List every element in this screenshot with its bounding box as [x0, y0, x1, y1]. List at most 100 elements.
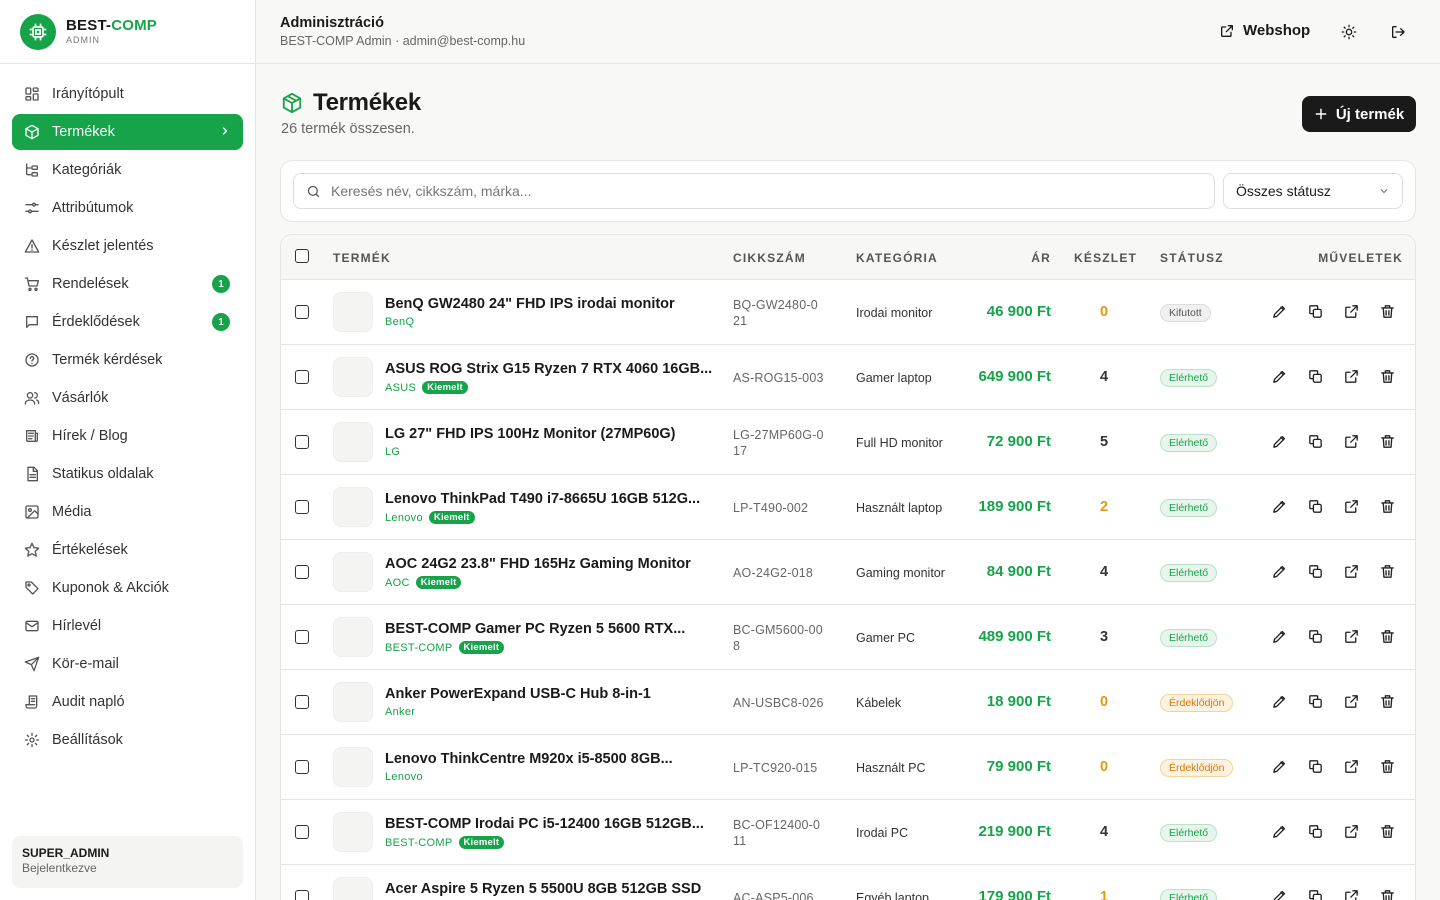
table-row[interactable]: Acer Aspire 5 Ryzen 5 5500U 8GB 512GB SS… [281, 865, 1415, 900]
product-name[interactable]: LG 27" FHD IPS 100Hz Monitor (27MP60G) [385, 426, 715, 442]
product-name[interactable]: BEST-COMP Gamer PC Ryzen 5 5600 RTX... [385, 621, 715, 637]
edit-button[interactable] [1271, 368, 1288, 385]
col-stock[interactable]: KÉSZLET [1074, 251, 1137, 265]
sidebar-item-11[interactable]: Média [12, 494, 243, 530]
product-name[interactable]: Lenovo ThinkCentre M920x i5-8500 8GB... [385, 751, 715, 767]
delete-button[interactable] [1379, 888, 1396, 900]
sidebar-item-3[interactable]: Attribútumok [12, 190, 243, 226]
product-name[interactable]: AOC 24G2 23.8" FHD 165Hz Gaming Monitor [385, 556, 715, 572]
sidebar-item-5[interactable]: Rendelések 1 [12, 266, 243, 302]
view-in-shop-button[interactable] [1343, 563, 1360, 580]
row-checkbox[interactable] [295, 695, 309, 709]
sidebar-item-16[interactable]: Audit napló [12, 684, 243, 720]
status-filter-select[interactable]: Összes státusz [1223, 173, 1403, 209]
sidebar-item-12[interactable]: Értékelések [12, 532, 243, 568]
view-in-shop-button[interactable] [1343, 628, 1360, 645]
product-name[interactable]: BenQ GW2480 24" FHD IPS irodai monitor [385, 296, 715, 312]
view-in-shop-button[interactable] [1343, 823, 1360, 840]
sidebar-item-4[interactable]: Készlet jelentés [12, 228, 243, 264]
edit-button[interactable] [1271, 303, 1288, 320]
row-checkbox[interactable] [295, 760, 309, 774]
col-status[interactable]: STÁTUSZ [1160, 251, 1224, 265]
duplicate-button[interactable] [1307, 758, 1324, 775]
view-in-shop-button[interactable] [1343, 433, 1360, 450]
view-in-shop-button[interactable] [1343, 303, 1360, 320]
duplicate-button[interactable] [1307, 823, 1324, 840]
product-name[interactable]: BEST-COMP Irodai PC i5-12400 16GB 512GB.… [385, 816, 715, 832]
user-box[interactable]: SUPER_ADMIN Bejelentkezve [12, 836, 243, 888]
delete-button[interactable] [1379, 303, 1396, 320]
table-row[interactable]: Lenovo ThinkPad T490 i7-8665U 16GB 512G.… [281, 475, 1415, 540]
sidebar-item-1[interactable]: Termékek [12, 114, 243, 150]
delete-button[interactable] [1379, 433, 1396, 450]
search-box[interactable] [293, 173, 1215, 209]
row-checkbox[interactable] [295, 890, 309, 900]
delete-button[interactable] [1379, 628, 1396, 645]
brand[interactable]: BEST-COMP ADMIN [0, 0, 255, 64]
product-name[interactable]: Anker PowerExpand USB-C Hub 8-in-1 [385, 686, 715, 702]
new-product-button[interactable]: Új termék [1302, 96, 1416, 132]
table-row[interactable]: LG 27" FHD IPS 100Hz Monitor (27MP60G) LG… [281, 410, 1415, 475]
edit-button[interactable] [1271, 498, 1288, 515]
duplicate-button[interactable] [1307, 628, 1324, 645]
edit-button[interactable] [1271, 693, 1288, 710]
duplicate-button[interactable] [1307, 433, 1324, 450]
delete-button[interactable] [1379, 693, 1396, 710]
row-checkbox[interactable] [295, 435, 309, 449]
product-name[interactable]: Lenovo ThinkPad T490 i7-8665U 16GB 512G.… [385, 491, 715, 507]
view-in-shop-button[interactable] [1343, 758, 1360, 775]
table-row[interactable]: BenQ GW2480 24" FHD IPS irodai monitor Be… [281, 280, 1415, 345]
product-name[interactable]: ASUS ROG Strix G15 Ryzen 7 RTX 4060 16GB… [385, 361, 715, 377]
table-row[interactable]: BEST-COMP Gamer PC Ryzen 5 5600 RTX... BE… [281, 605, 1415, 670]
sidebar-item-15[interactable]: Kör-e-mail [12, 646, 243, 682]
col-category[interactable]: KATEGÓRIA [856, 251, 938, 265]
webshop-link[interactable]: Webshop [1219, 22, 1310, 39]
duplicate-button[interactable] [1307, 693, 1324, 710]
edit-button[interactable] [1271, 433, 1288, 450]
table-row[interactable]: Anker PowerExpand USB-C Hub 8-in-1 Anker A… [281, 670, 1415, 735]
table-row[interactable]: AOC 24G2 23.8" FHD 165Hz Gaming Monitor A… [281, 540, 1415, 605]
sidebar-item-9[interactable]: Hírek / Blog [12, 418, 243, 454]
table-row[interactable]: BEST-COMP Irodai PC i5-12400 16GB 512GB.… [281, 800, 1415, 865]
table-row[interactable]: Lenovo ThinkCentre M920x i5-8500 8GB... L… [281, 735, 1415, 800]
edit-button[interactable] [1271, 628, 1288, 645]
sidebar-item-13[interactable]: Kuponok & Akciók [12, 570, 243, 606]
theme-toggle-button[interactable] [1341, 24, 1357, 40]
duplicate-button[interactable] [1307, 368, 1324, 385]
sidebar-item-0[interactable]: Irányítópult [12, 76, 243, 112]
edit-button[interactable] [1271, 563, 1288, 580]
sidebar-item-14[interactable]: Hírlevél [12, 608, 243, 644]
delete-button[interactable] [1379, 758, 1396, 775]
duplicate-button[interactable] [1307, 563, 1324, 580]
duplicate-button[interactable] [1307, 888, 1324, 900]
delete-button[interactable] [1379, 498, 1396, 515]
view-in-shop-button[interactable] [1343, 693, 1360, 710]
delete-button[interactable] [1379, 563, 1396, 580]
sidebar-item-17[interactable]: Beállítások [12, 722, 243, 758]
product-name[interactable]: Acer Aspire 5 Ryzen 5 5500U 8GB 512GB SS… [385, 881, 715, 897]
row-checkbox[interactable] [295, 825, 309, 839]
col-price[interactable]: ÁR [1031, 251, 1051, 265]
logout-button[interactable] [1390, 24, 1406, 40]
view-in-shop-button[interactable] [1343, 888, 1360, 900]
sidebar-item-7[interactable]: Termék kérdések [12, 342, 243, 378]
row-checkbox[interactable] [295, 370, 309, 384]
sidebar-item-8[interactable]: Vásárlók [12, 380, 243, 416]
select-all-checkbox[interactable] [295, 249, 309, 263]
row-checkbox[interactable] [295, 305, 309, 319]
sidebar-item-10[interactable]: Statikus oldalak [12, 456, 243, 492]
delete-button[interactable] [1379, 823, 1396, 840]
sidebar-item-6[interactable]: Érdeklődések 1 [12, 304, 243, 340]
row-checkbox[interactable] [295, 500, 309, 514]
col-sku[interactable]: CIKKSZÁM [733, 251, 806, 265]
edit-button[interactable] [1271, 823, 1288, 840]
view-in-shop-button[interactable] [1343, 498, 1360, 515]
sidebar-item-2[interactable]: Kategóriák [12, 152, 243, 188]
duplicate-button[interactable] [1307, 303, 1324, 320]
duplicate-button[interactable] [1307, 498, 1324, 515]
row-checkbox[interactable] [295, 565, 309, 579]
row-checkbox[interactable] [295, 630, 309, 644]
view-in-shop-button[interactable] [1343, 368, 1360, 385]
delete-button[interactable] [1379, 368, 1396, 385]
search-input[interactable] [331, 183, 1191, 199]
